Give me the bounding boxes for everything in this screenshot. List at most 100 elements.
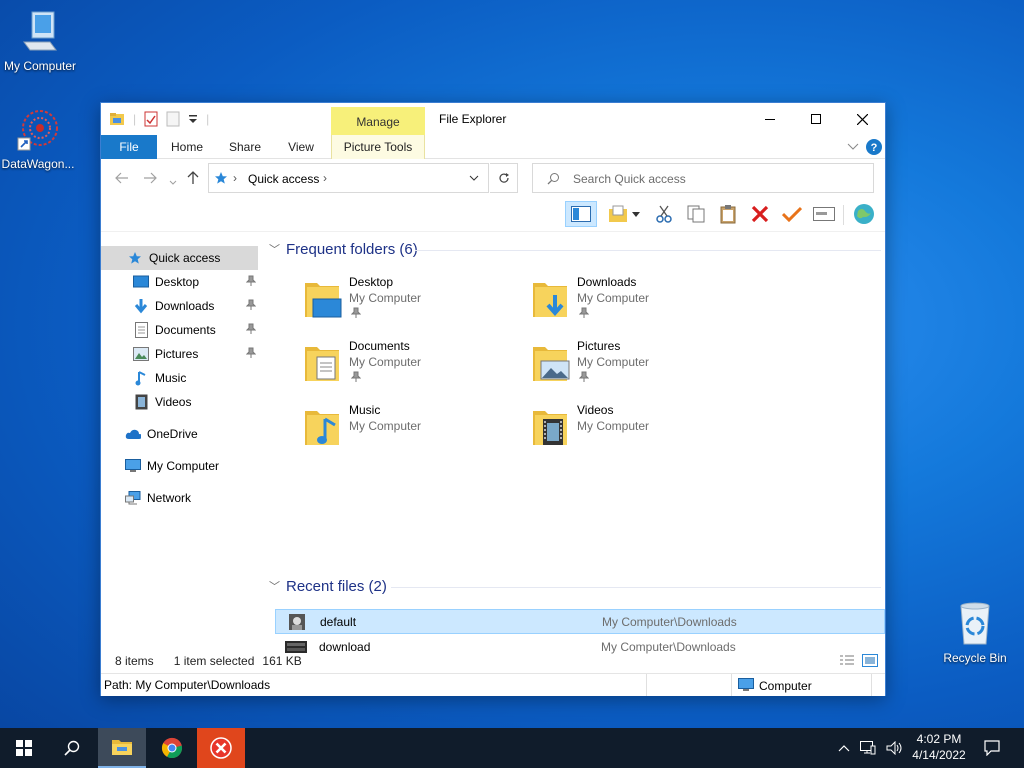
search-button[interactable] [48, 728, 96, 768]
cut-button[interactable] [651, 201, 677, 227]
new-folder-icon[interactable] [166, 111, 180, 127]
address-bar[interactable]: › Quick access › [208, 163, 489, 193]
desktop-icon-recycle-bin[interactable]: Recycle Bin [935, 600, 1015, 665]
tab-view[interactable]: View [277, 135, 325, 159]
collapse-chevron-icon[interactable]: ﹀ [269, 578, 280, 594]
folder-tile-pictures[interactable]: Pictures My Computer [531, 339, 731, 395]
folder-location: My Computer [577, 291, 650, 305]
pin-icon[interactable] [350, 371, 362, 386]
recent-file-row[interactable]: default My Computer\Downloads [275, 609, 885, 634]
chevron-up-icon[interactable] [838, 744, 850, 752]
pin-icon[interactable] [245, 323, 257, 338]
nav-item-pictures[interactable]: Pictures [101, 342, 258, 366]
paste-button[interactable] [715, 201, 741, 227]
file-explorer-window: | | Manage File Explorer File Home Share… [100, 102, 886, 696]
navigation-pane-button[interactable] [565, 201, 597, 227]
breadcrumb-quick-access[interactable]: Quick access [248, 172, 319, 186]
ribbon-tabs: File Home Share View Picture Tools ? [101, 135, 885, 159]
nav-item-documents[interactable]: Documents [101, 318, 258, 342]
taskbar-chrome[interactable] [148, 728, 196, 768]
tab-share[interactable]: Share [219, 135, 271, 159]
folder-name: Pictures [577, 339, 621, 353]
close-button[interactable] [839, 103, 885, 135]
tab-picture-tools[interactable]: Picture Tools [331, 135, 425, 159]
collapse-chevron-icon[interactable]: ﹀ [269, 241, 280, 257]
pin-icon[interactable] [350, 307, 362, 322]
large-icons-view-button[interactable] [862, 654, 878, 670]
pin-icon[interactable] [245, 275, 257, 290]
desktop-icon-my-computer[interactable]: My Computer [0, 10, 80, 73]
pin-icon[interactable] [578, 371, 590, 386]
forward-button[interactable] [143, 171, 157, 187]
chevron-down-icon[interactable] [469, 175, 479, 182]
zone-label: Computer [759, 679, 812, 693]
up-arrow-icon [187, 171, 199, 184]
folder-documents-icon [305, 347, 339, 381]
nav-item-my-computer[interactable]: My Computer [101, 454, 258, 478]
folder-tile-music[interactable]: Music My Computer [303, 403, 503, 459]
nav-item-onedrive[interactable]: OneDrive [101, 422, 258, 446]
forward-arrow-icon [144, 172, 157, 184]
delete-x-icon [751, 205, 769, 223]
nav-item-network[interactable]: Network [101, 486, 258, 510]
checkmark-button[interactable] [779, 201, 805, 227]
tab-home[interactable]: Home [161, 135, 213, 159]
nav-label: Network [147, 491, 192, 505]
nav-item-videos[interactable]: Videos [101, 390, 258, 414]
clock[interactable]: 4:02 PM 4/14/2022 [906, 731, 972, 763]
details-view-button[interactable] [839, 654, 855, 670]
customize-qat-icon[interactable] [188, 113, 198, 125]
taskbar-app-x[interactable] [197, 728, 245, 768]
nav-item-desktop[interactable]: Desktop [101, 270, 258, 294]
refresh-button[interactable] [490, 163, 518, 193]
folder-tile-videos[interactable]: Videos My Computer [531, 403, 731, 459]
taskbar-file-explorer[interactable] [98, 728, 146, 768]
large-icons-view-icon [862, 654, 878, 667]
new-item-button[interactable] [605, 201, 631, 227]
maximize-button[interactable] [793, 103, 839, 135]
group-divider [391, 587, 881, 588]
help-icon[interactable]: ? [865, 138, 883, 156]
chevron-down-icon [169, 180, 177, 185]
image-thumbnail-icon [289, 613, 305, 630]
tab-manage[interactable]: Manage [331, 107, 425, 135]
taskbar: 4:02 PM 4/14/2022 [0, 728, 1024, 768]
up-button[interactable] [187, 171, 199, 188]
folder-location: My Computer [577, 419, 650, 433]
tab-file[interactable]: File [101, 135, 157, 159]
folder-tile-downloads[interactable]: Downloads My Computer [531, 275, 731, 331]
group-title: Frequent folders (6) [286, 240, 418, 258]
copy-button[interactable] [683, 201, 709, 227]
pin-icon[interactable] [245, 347, 257, 362]
rename-button[interactable] [811, 201, 837, 227]
action-center-button[interactable] [970, 728, 1014, 768]
folder-videos-icon [533, 411, 567, 445]
delete-button[interactable] [747, 201, 773, 227]
folder-tile-desktop[interactable]: Desktop My Computer [303, 275, 503, 331]
globe-button[interactable] [851, 201, 877, 227]
file-path: My Computer\Downloads [602, 614, 737, 629]
pin-icon[interactable] [578, 307, 590, 322]
nav-item-quick-access[interactable]: Quick access [101, 246, 258, 270]
nav-item-music[interactable]: Music [101, 366, 258, 390]
folder-tile-documents[interactable]: Documents My Computer [303, 339, 503, 395]
content-pane: ﹀ Frequent folders (6) Desktop My Comput… [265, 233, 887, 654]
properties-icon[interactable] [144, 111, 158, 127]
new-item-dropdown[interactable] [629, 201, 643, 227]
pin-icon[interactable] [245, 299, 257, 314]
network-icon[interactable] [860, 741, 876, 755]
nav-label: Downloads [155, 299, 215, 313]
start-button[interactable] [0, 728, 48, 768]
recent-locations-button[interactable] [169, 173, 177, 189]
notification-icon [984, 740, 1000, 756]
back-button[interactable] [115, 171, 129, 187]
recent-files-header[interactable]: ﹀ Recent files (2) [265, 575, 387, 597]
minimize-button[interactable] [747, 103, 793, 135]
folder-desktop-icon [305, 283, 342, 318]
desktop-icon-datawagon[interactable]: DataWagon... [0, 106, 78, 171]
search-input[interactable]: Search Quick access [532, 163, 874, 193]
volume-icon[interactable] [886, 741, 904, 755]
expand-ribbon-icon[interactable] [847, 143, 859, 151]
frequent-folders-header[interactable]: ﹀ Frequent folders (6) [265, 238, 418, 260]
nav-item-downloads[interactable]: Downloads [101, 294, 258, 318]
